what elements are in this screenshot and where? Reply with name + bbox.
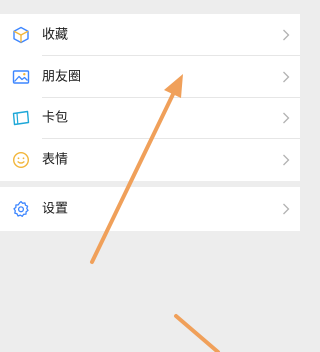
card-wallet-icon: [12, 109, 30, 127]
menu-item-label: 收藏: [42, 27, 69, 43]
settings-gear-icon: [12, 200, 30, 218]
menu-item-label: 设置: [42, 201, 69, 217]
chevron-right-icon: [282, 112, 290, 124]
menu-item-label: 卡包: [42, 110, 69, 126]
emoji-smile-icon: [12, 151, 30, 169]
menu-item-label: 朋友圈: [42, 69, 82, 85]
chevron-right-icon: [282, 203, 290, 215]
menu-group-primary: 收藏 朋友圈 卡包 表情: [0, 14, 300, 181]
menu-item-settings[interactable]: 设置: [0, 187, 300, 231]
menu-item-moments[interactable]: 朋友圈: [0, 56, 300, 98]
menu-item-card-wallet[interactable]: 卡包: [0, 98, 300, 140]
annotation-arrow-down: [174, 314, 220, 352]
chevron-right-icon: [282, 29, 290, 41]
menu-group-settings: 设置: [0, 187, 300, 231]
menu-item-favorites[interactable]: 收藏: [0, 14, 300, 56]
menu-item-label: 表情: [42, 152, 69, 168]
menu-item-stickers[interactable]: 表情: [0, 139, 300, 181]
favorites-cube-icon: [12, 26, 30, 44]
chevron-right-icon: [282, 154, 290, 166]
moments-image-icon: [12, 68, 30, 86]
chevron-right-icon: [282, 71, 290, 83]
